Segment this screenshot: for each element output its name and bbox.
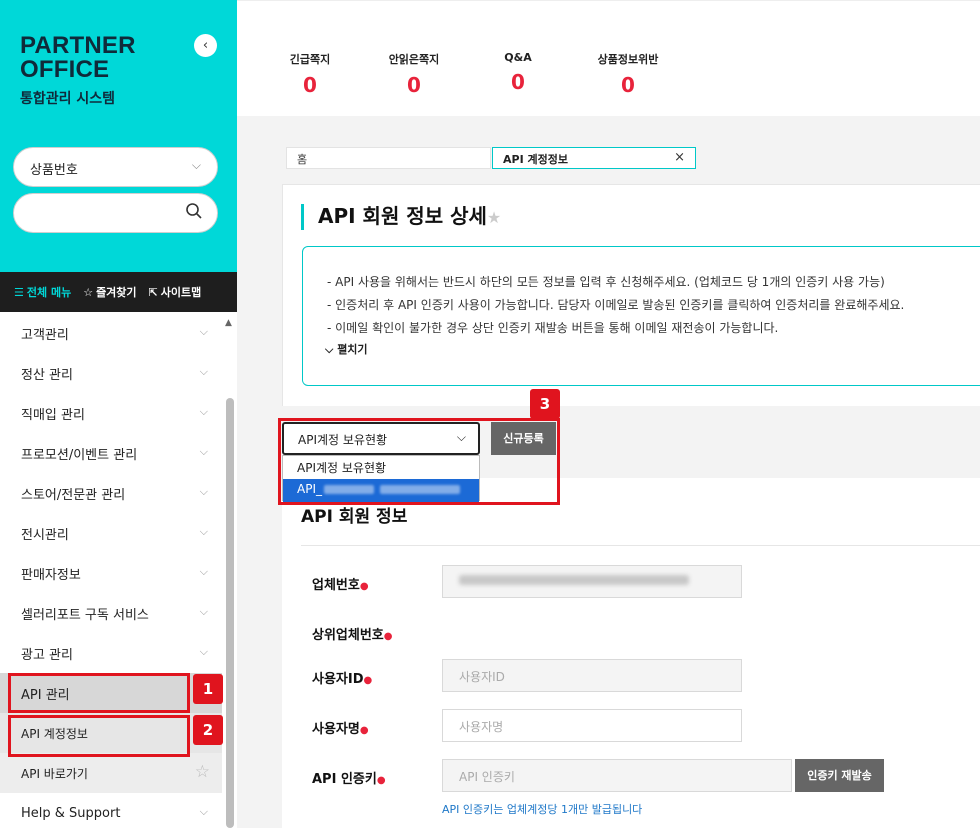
chevron-down-icon: ⌵ [199,405,208,418]
notice-line: - API 사용을 위해서는 반드시 하단의 모든 정보를 입력 후 신청해주세… [327,275,885,289]
search-icon[interactable] [185,202,203,220]
reissue-key-button[interactable]: 인증키 재발송 [795,759,884,792]
menu-icon: ☰ [14,285,24,299]
redacted-value [459,575,689,585]
tab-home[interactable]: 홈 [286,147,491,169]
external-link-icon: ⇱ [148,285,158,299]
favorites-tab[interactable]: ☆ 즐겨찾기 [83,284,136,300]
menu-tabs: ☰ 전체 메뉴 ☆ 즐겨찾기 ⇱ 사이트맵 [0,272,237,312]
stat-qna[interactable]: Q&A 0 [473,51,563,94]
sidebar-item-ads[interactable]: 광고 관리 ⌵ [0,633,222,673]
notice-line: - 인증처리 후 API 인증키 사용이 가능합니다. 담당자 이메일로 발송된… [327,298,905,312]
annotation-badge-1: 1 [193,674,223,704]
brand-panel: PARTNER OFFICE 통합관리 시스템 ‹ 상품번호 ⌵ [0,0,237,272]
api-key-label: API 인증키● [312,772,386,787]
sidebar-scrollbar-thumb[interactable] [226,398,234,828]
search-category-select[interactable]: 상품번호 ⌵ [13,147,218,187]
chevron-down-icon: ⌵ [191,158,201,172]
section-title: API 회원 정보 [301,507,408,527]
chevron-down-icon: ⌵ [199,325,208,338]
close-icon[interactable]: × [674,150,685,165]
company-no-label: 업체번호● [312,578,369,593]
highlight-box-3 [278,418,560,505]
highlight-box-2 [8,715,190,757]
chevron-down-icon: ⌵ [199,365,208,378]
required-dot-icon: ● [376,775,386,786]
parent-company-no-label: 상위업체번호● [312,628,393,643]
brand-subtitle: 통합관리 시스템 [20,91,116,107]
user-name-input[interactable]: 사용자명 [442,709,742,742]
user-name-label: 사용자명● [312,722,369,737]
sidebar-item-help[interactable]: Help & Support ⌵ [0,793,222,828]
chevron-down-icon: ⌵ [199,525,208,538]
notice-box: - API 사용을 위해서는 반드시 하단의 모든 정보를 입력 후 신청해주세… [302,246,980,386]
brand-logo[interactable]: PARTNER OFFICE [20,34,136,82]
annotation-badge-3: 3 [530,389,560,419]
required-dot-icon: ● [363,675,373,686]
annotation-badge-2: 2 [193,715,223,745]
sidebar-item-api-shortcut[interactable]: API 바로가기 ☆ [0,753,222,793]
sidebar-item-seller-report[interactable]: 셀러리포트 구독 서비스 ⌵ [0,593,222,633]
sidebar-item-store[interactable]: 스토어/전문관 관리 ⌵ [0,473,222,513]
stat-urgent[interactable]: 긴급쪽지 0 [265,51,355,97]
star-icon: ☆ [83,285,94,299]
sidebar-item-settlement[interactable]: 정산 관리 ⌵ [0,353,222,393]
chevron-down-icon: ⌵ [199,645,208,658]
chevron-left-icon: ‹ [202,38,209,53]
chevron-down-icon: ⌵ [325,343,334,356]
chevron-down-icon: ⌵ [199,565,208,578]
tab-api-account[interactable]: API 계정정보 × [492,147,696,169]
highlight-box-1 [8,673,190,713]
all-menu-tab[interactable]: ☰ 전체 메뉴 [14,284,71,300]
chevron-down-icon: ⌵ [199,805,208,818]
sidebar-item-display[interactable]: 전시관리 ⌵ [0,513,222,553]
collapse-sidebar-button[interactable]: ‹ [194,34,217,57]
api-key-input[interactable]: API 인증키 [442,759,792,792]
chevron-down-icon: ⌵ [199,445,208,458]
notice-line: - 이메일 확인이 불가한 경우 상단 인증키 재발송 버튼을 통해 이메일 재… [327,321,779,335]
chevron-down-icon: ⌵ [199,485,208,498]
chevron-down-icon: ⌵ [199,605,208,618]
sidebar-item-customer[interactable]: 고객관리 ⌵ [0,313,222,353]
user-id-input[interactable]: 사용자ID [442,659,742,692]
star-icon[interactable]: ☆ [195,762,210,782]
divider [301,545,980,546]
user-id-label: 사용자ID● [312,672,373,687]
message-stats-bar: 긴급쪽지 0 안읽은쪽지 0 Q&A 0 상품정보위반 0 [237,0,980,116]
sidebar-item-promotion[interactable]: 프로모션/이벤트 관리 ⌵ [0,433,222,473]
expand-toggle[interactable]: ⌵ 펼치기 [325,341,368,357]
stat-violation[interactable]: 상품정보위반 0 [583,51,673,97]
required-dot-icon: ● [359,581,369,592]
scroll-up-arrow-icon[interactable]: ▲ [225,318,232,328]
sidebar-item-direct-purchase[interactable]: 직매입 관리 ⌵ [0,393,222,433]
company-no-field [442,565,742,598]
page-title: API 회원 정보 상세★ [301,204,501,230]
search-input[interactable] [13,193,218,233]
api-key-hint: API 인증키는 업체계정당 1개만 발급됩니다 [442,803,643,816]
favorite-star-icon[interactable]: ★ [487,208,501,227]
required-dot-icon: ● [359,725,369,736]
required-dot-icon: ● [383,631,393,642]
sitemap-tab[interactable]: ⇱ 사이트맵 [149,284,202,300]
sidebar-item-seller-info[interactable]: 판매자정보 ⌵ [0,553,222,593]
stat-unread[interactable]: 안읽은쪽지 0 [369,51,459,97]
